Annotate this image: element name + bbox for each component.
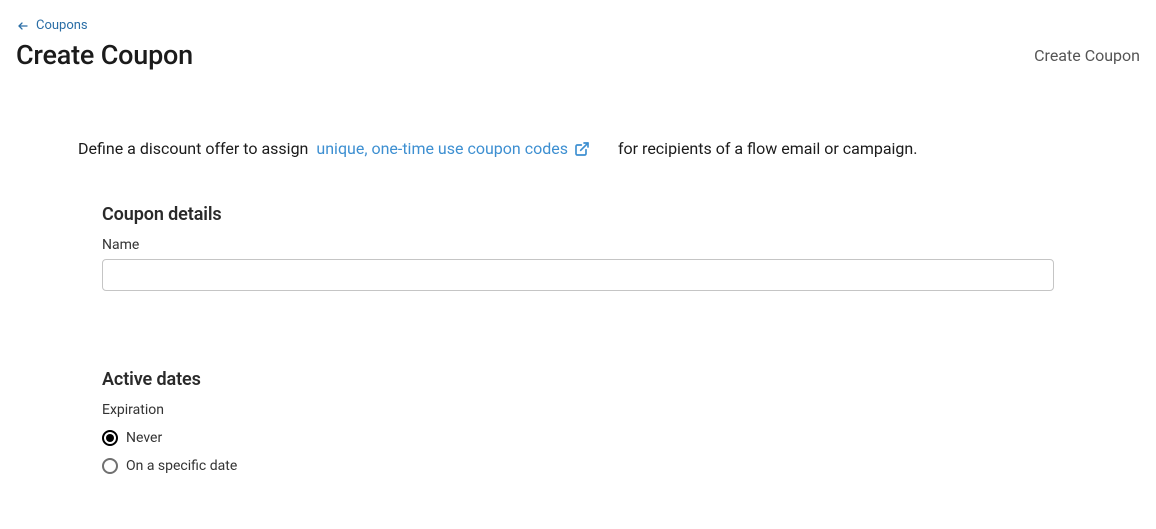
expiration-radio-never-label: Never [126, 430, 162, 446]
name-input[interactable] [102, 259, 1054, 291]
radio-icon [102, 458, 118, 474]
expiration-field-label: Expiration [102, 402, 1044, 418]
active-dates-heading: Active dates [102, 369, 1044, 390]
intro-suffix: for recipients of a flow email or campai… [618, 139, 918, 158]
breadcrumb-link-coupons[interactable]: Coupons [36, 18, 88, 33]
unique-codes-link-text: unique, one-time use coupon codes [316, 139, 568, 158]
header: Create Coupon Create Coupon [0, 33, 1156, 71]
expiration-radio-group: Never On a specific date [102, 424, 1044, 480]
unique-codes-link[interactable]: unique, one-time use coupon codes [316, 139, 590, 158]
page-title: Create Coupon [16, 39, 193, 71]
coupon-details-section: Coupon details Name [0, 204, 1060, 291]
active-dates-section: Active dates Expiration Never On a speci… [0, 369, 1060, 480]
expiration-radio-specific-label: On a specific date [126, 458, 237, 474]
breadcrumb: Coupons [0, 0, 1156, 33]
header-action-label: Create Coupon [1034, 46, 1140, 65]
intro-prefix: Define a discount offer to assign [78, 139, 308, 158]
external-link-icon [574, 141, 590, 157]
coupon-details-heading: Coupon details [102, 204, 1044, 225]
radio-icon [102, 430, 118, 446]
name-field-label: Name [102, 237, 1044, 253]
intro-text: Define a discount offer to assign unique… [0, 71, 1156, 158]
expiration-radio-never[interactable]: Never [102, 424, 1044, 452]
arrow-left-icon[interactable] [16, 19, 30, 33]
expiration-radio-specific[interactable]: On a specific date [102, 452, 1044, 480]
